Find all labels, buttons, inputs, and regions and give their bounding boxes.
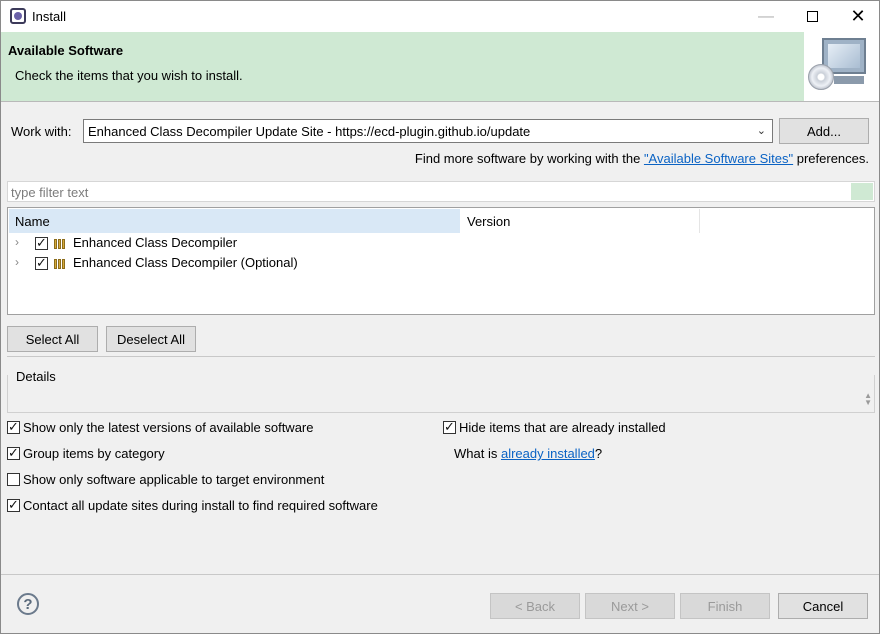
header-banner: Available Software Check the items that … [1,32,879,102]
details-label: Details [16,369,56,384]
title-bar: Install — ✕ [1,1,879,32]
row-checkbox[interactable] [35,235,48,251]
install-dialog: Install — ✕ Available Software Check the… [0,0,880,634]
feature-package-icon [54,257,68,269]
hide-installed-checkbox[interactable] [443,419,456,435]
next-button[interactable]: Next > [585,593,675,619]
work-with-combo[interactable]: Enhanced Class Decompiler Update Site - … [83,119,773,143]
available-software-sites-link[interactable]: "Available Software Sites" [644,151,793,166]
work-with-label: Work with: [11,124,72,139]
table-row[interactable]: › Enhanced Class Decompiler [9,234,873,254]
column-header-name[interactable]: Name [9,209,460,233]
details-group: ▲ ▼ [7,375,875,413]
chevron-down-icon[interactable]: ⌄ [757,124,766,137]
help-icon[interactable]: ? [17,593,39,615]
work-with-value: Enhanced Class Decompiler Update Site - … [88,124,531,139]
banner-subtitle: Check the items that you wish to install… [15,68,243,83]
already-installed-link[interactable]: already installed [501,446,595,461]
group-by-category-checkbox[interactable] [7,445,20,461]
cd-icon [808,64,834,90]
show-latest-label: Show only the latest versions of availab… [23,420,314,435]
close-button[interactable]: ✕ [835,1,880,32]
feature-package-icon [54,237,68,249]
row-name: Enhanced Class Decompiler [73,235,238,250]
group-by-category-label: Group items by category [23,446,165,461]
minimize-button[interactable]: — [743,1,789,32]
finish-button[interactable]: Finish [680,593,770,619]
scroll-arrows-icon[interactable]: ▲ ▼ [864,392,872,407]
table-row[interactable]: › Enhanced Class Decompiler (Optional) [9,254,873,274]
deselect-all-button[interactable]: Deselect All [106,326,196,352]
show-applicable-label: Show only software applicable to target … [23,472,325,487]
hide-installed-label: Hide items that are already installed [459,420,666,435]
cancel-button[interactable]: Cancel [778,593,868,619]
maximize-button[interactable] [789,1,835,32]
clear-filter-icon[interactable] [851,183,873,200]
filter-input[interactable]: type filter text [7,181,875,202]
what-is-installed-text: What is already installed? [454,446,603,461]
add-button[interactable]: Add... [779,118,869,144]
banner-title: Available Software [8,43,124,58]
select-all-button[interactable]: Select All [7,326,98,352]
contact-all-sites-checkbox[interactable] [7,497,20,513]
show-latest-checkbox[interactable] [7,419,20,435]
contact-all-sites-label: Contact all update sites during install … [23,498,378,513]
row-name: Enhanced Class Decompiler (Optional) [73,255,298,270]
back-button[interactable]: < Back [490,593,580,619]
eclipse-app-icon [10,8,26,24]
row-checkbox[interactable] [35,255,48,271]
window-title: Install [32,9,66,24]
divider [7,356,875,357]
column-header-version[interactable]: Version [461,209,700,233]
install-software-icon [804,32,879,101]
chevron-right-icon[interactable]: › [15,235,19,249]
footer-divider [1,574,879,575]
find-more-text: Find more software by working with the "… [414,151,869,166]
filter-placeholder: type filter text [11,185,89,200]
software-tree-table: Name Version › Enhanced Class Decompiler… [7,207,875,315]
chevron-right-icon[interactable]: › [15,255,19,269]
show-applicable-checkbox[interactable] [7,473,20,486]
